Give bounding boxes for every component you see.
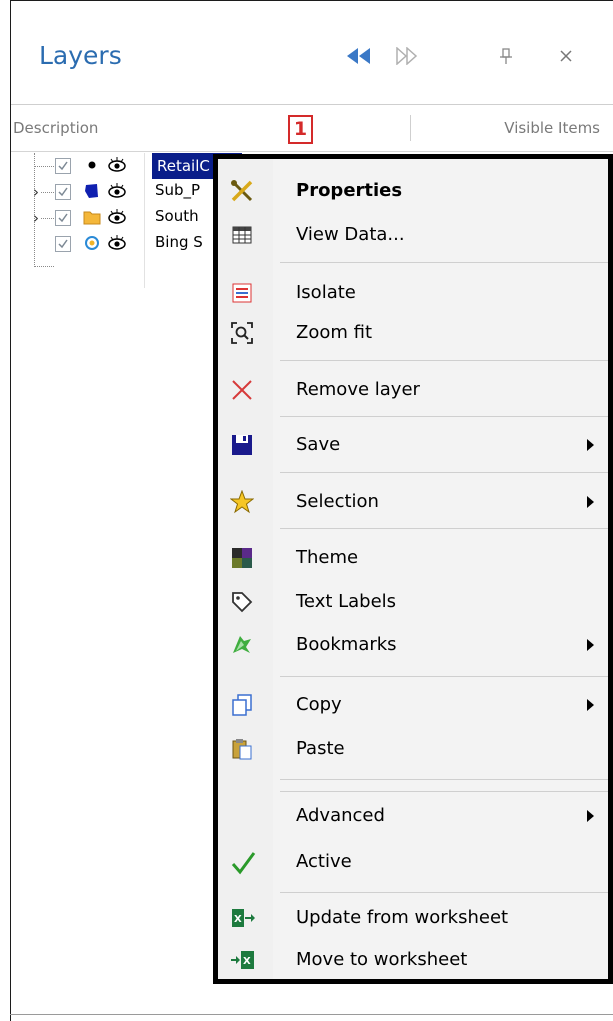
menu-item-zoom-fit[interactable]: Zoom fit: [218, 313, 608, 353]
menu-label: Bookmarks: [296, 634, 397, 655]
layer-name[interactable]: South: [155, 207, 199, 225]
eye-icon[interactable]: [107, 208, 126, 226]
visibility-checkbox[interactable]: [55, 210, 71, 226]
menu-item-properties[interactable]: Properties: [218, 171, 608, 211]
bookmark-icon: [230, 633, 254, 657]
menu-item-text-labels[interactable]: Text Labels: [218, 582, 608, 622]
expand-right-button[interactable]: [393, 43, 423, 69]
menu-separator: [280, 892, 608, 893]
tag-icon: [230, 590, 254, 614]
expand-chevron-icon[interactable]: ›: [33, 209, 39, 227]
close-button[interactable]: [555, 43, 577, 69]
expand-chevron-icon[interactable]: ›: [33, 183, 39, 201]
panel-header: Layers: [11, 1, 613, 105]
close-icon: [560, 50, 572, 62]
layer-name[interactable]: Bing S: [155, 233, 203, 251]
menu-item-move-to-worksheet[interactable]: X Move to worksheet: [218, 940, 608, 980]
menu-label: Isolate: [296, 282, 356, 303]
double-chevron-right-icon: [396, 47, 418, 65]
panel-title: Layers: [39, 41, 122, 70]
svg-text:X: X: [234, 914, 242, 925]
double-chevron-left-icon: [347, 48, 370, 64]
submenu-arrow-icon: [587, 439, 594, 451]
zoom-fit-icon: [230, 321, 254, 345]
remove-icon: [230, 378, 254, 402]
visible-items-column[interactable]: Visible Items: [504, 119, 600, 137]
submenu-arrow-icon: [587, 810, 594, 822]
pin-button[interactable]: [495, 43, 517, 69]
menu-label: View Data...: [296, 224, 405, 245]
menu-separator: [280, 791, 608, 792]
menu-item-active[interactable]: Active: [218, 842, 608, 882]
menu-label: Selection: [296, 491, 379, 512]
menu-label: Advanced: [296, 805, 385, 826]
excel-export-icon: X: [230, 948, 254, 972]
menu-label: Properties: [296, 180, 403, 201]
theme-icon: [230, 546, 254, 570]
menu-label: Update from worksheet: [296, 907, 509, 928]
menu-label: Theme: [296, 547, 359, 568]
menu-separator: [280, 360, 608, 361]
panel-bottom-border: [10, 1014, 613, 1015]
menu-label: Active: [296, 851, 352, 872]
description-column[interactable]: Description: [13, 119, 98, 137]
checkmark-icon: [230, 850, 256, 875]
menu-item-view-data[interactable]: View Data...: [218, 215, 608, 255]
bing-layer-icon: [83, 234, 101, 252]
paste-icon: [230, 737, 254, 761]
menu-separator: [280, 262, 608, 263]
menu-item-copy[interactable]: Copy: [218, 685, 608, 725]
layer-name[interactable]: Sub_P: [155, 181, 200, 199]
menu-item-paste[interactable]: Paste: [218, 729, 608, 769]
star-icon: [229, 489, 255, 514]
copy-icon: [230, 693, 254, 717]
eye-icon[interactable]: [107, 182, 126, 200]
tools-icon: [230, 179, 254, 203]
menu-label: Zoom fit: [296, 322, 373, 343]
menu-label: Paste: [296, 738, 345, 759]
menu-item-update-from-worksheet[interactable]: X Update from worksheet: [218, 898, 608, 938]
collapse-left-button[interactable]: [344, 43, 374, 69]
submenu-arrow-icon: [587, 639, 594, 651]
menu-item-selection[interactable]: Selection: [218, 482, 608, 522]
menu-label: Text Labels: [296, 591, 397, 612]
visibility-checkbox[interactable]: [55, 184, 71, 200]
eye-icon[interactable]: [107, 234, 126, 252]
menu-item-bookmarks[interactable]: Bookmarks: [218, 625, 608, 665]
menu-separator: [280, 416, 608, 417]
menu-separator: [280, 676, 608, 677]
svg-text:X: X: [243, 956, 251, 967]
menu-item-theme[interactable]: Theme: [218, 538, 608, 578]
save-icon: [230, 433, 254, 457]
menu-item-save[interactable]: Save: [218, 425, 608, 465]
polygon-layer-icon: [83, 182, 101, 200]
column-divider[interactable]: [410, 115, 411, 141]
isolate-icon: [230, 281, 254, 305]
submenu-arrow-icon: [587, 496, 594, 508]
visibility-checkbox[interactable]: [55, 236, 71, 252]
menu-item-isolate[interactable]: Isolate: [218, 273, 608, 313]
menu-label: Save: [296, 434, 341, 455]
folder-icon: [83, 208, 101, 226]
menu-item-remove-layer[interactable]: Remove layer: [218, 370, 608, 410]
menu-label: Move to worksheet: [296, 949, 468, 970]
visibility-checkbox[interactable]: [55, 158, 71, 174]
menu-separator: [280, 779, 608, 780]
menu-item-advanced[interactable]: Advanced: [218, 796, 608, 836]
menu-separator: [280, 528, 608, 529]
menu-separator: [280, 472, 608, 473]
pin-icon: [500, 48, 512, 64]
callout-badge: 1: [288, 115, 313, 144]
table-icon: [230, 223, 254, 247]
eye-icon[interactable]: [107, 156, 126, 174]
context-menu: Properties View Data... Isolate Zoom fit…: [213, 154, 613, 984]
menu-label: Copy: [296, 694, 342, 715]
excel-import-icon: X: [230, 906, 255, 930]
menu-label: Remove layer: [296, 379, 420, 400]
point-layer-icon: [83, 156, 101, 174]
submenu-arrow-icon: [587, 699, 594, 711]
